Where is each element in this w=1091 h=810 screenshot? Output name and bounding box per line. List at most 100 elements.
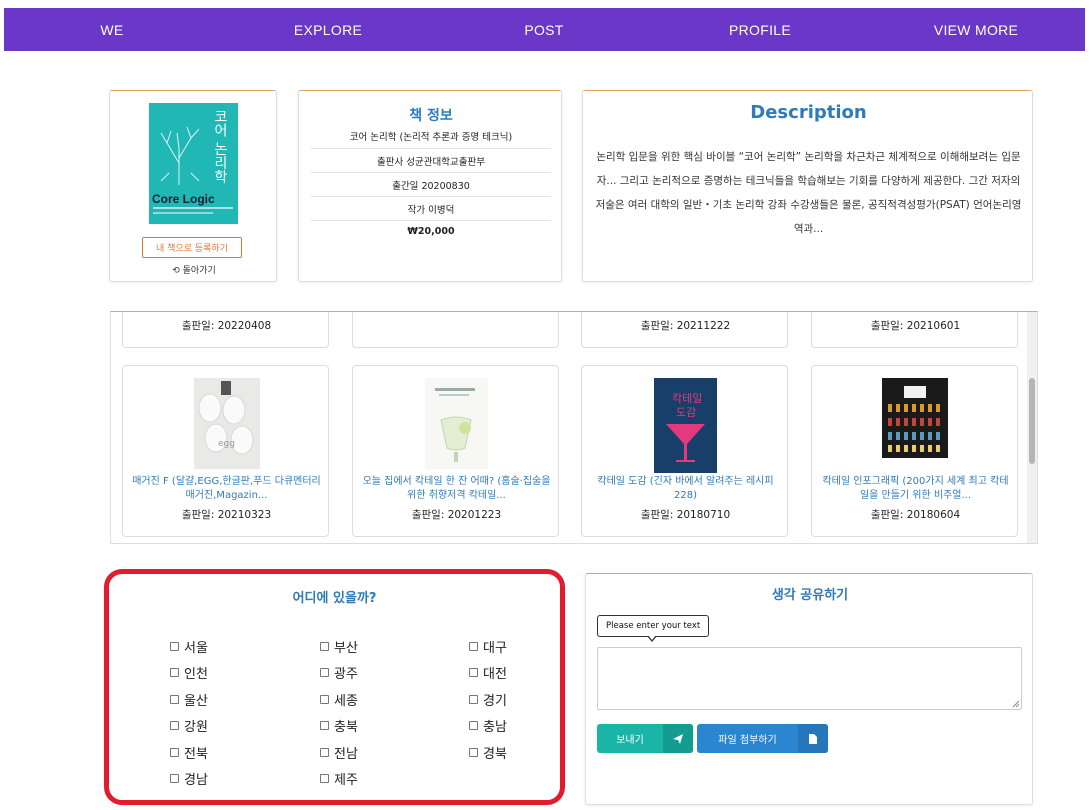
location-title: 어디에 있을까? (292, 591, 377, 606)
book-title[interactable]: 오늘 집에서 칵테일 한 잔 어때? (홈술·집술을 위한 취향저격 칵테일..… (359, 475, 554, 503)
book-price: ₩20,000 (407, 226, 455, 237)
region-checkbox[interactable] (320, 642, 329, 651)
divider (311, 172, 551, 173)
region-label: 세종 (334, 694, 358, 709)
list-scrollbar[interactable] (1027, 312, 1037, 543)
scrollbar-thumb[interactable] (1029, 378, 1035, 464)
region-checkbox-item[interactable]: 대구 (469, 637, 507, 656)
send-label: 보내기 (616, 735, 644, 746)
share-textarea[interactable] (597, 647, 1022, 710)
region-checkbox-item[interactable]: 전남 (320, 743, 358, 762)
description-card: Description 논리학 입문을 위한 핵심 바이블 “코어 논리학” 논… (582, 90, 1033, 282)
region-label: 제주 (334, 773, 358, 788)
region-checkbox[interactable] (170, 668, 179, 677)
attach-file-button[interactable]: 파일 첨부하기 (697, 724, 828, 753)
nav-item-we[interactable]: WE (4, 22, 220, 38)
region-checkbox[interactable] (469, 668, 478, 677)
book-thumbnail (425, 378, 488, 469)
region-checkbox-item[interactable]: 경북 (469, 743, 507, 762)
region-checkbox-item[interactable]: 대전 (469, 663, 507, 682)
region-label: 충남 (483, 720, 507, 735)
cover-subtitle-line (153, 207, 233, 209)
region-label: 대구 (483, 641, 507, 656)
region-checkbox-item[interactable]: 제주 (320, 769, 358, 788)
region-label: 울산 (184, 694, 208, 709)
region-checkbox-item[interactable]: 강원 (170, 716, 208, 735)
region-checkbox[interactable] (469, 695, 478, 704)
book-card[interactable]: 출판일: 20220408 (122, 312, 329, 348)
related-books-panel[interactable]: 출판일: 20220408 출판일: 20211222 출판일: 2021060… (110, 311, 1038, 544)
description-text: 논리학 입문을 위한 핵심 바이블 “코어 논리학” 논리학을 차근차근 체계적… (595, 151, 1022, 235)
nav-item-view-more[interactable]: VIEW MORE (868, 22, 1084, 38)
region-checkbox[interactable] (320, 774, 329, 783)
register-my-book-button[interactable]: 내 책으로 등록하기 (142, 237, 242, 258)
region-checkbox[interactable] (320, 748, 329, 757)
book-title[interactable]: 매거진 F (달걀,EGG,한글판,푸드 다큐멘터리 매거진,Magazin..… (129, 475, 324, 503)
book-publish-date: 출판일: 20211222 (640, 320, 731, 332)
book-card[interactable]: 출판일: 20210601 (811, 312, 1018, 348)
region-label: 대전 (483, 667, 507, 682)
region-checkbox-item[interactable]: 경남 (170, 769, 208, 788)
back-link[interactable]: ⟲ 돌아가기 (110, 263, 278, 276)
back-label: 돌아가기 (182, 266, 216, 276)
resize-handle-icon[interactable] (1011, 699, 1020, 708)
book-title[interactable]: 칵테일 도감 (긴자 바에서 알려주는 레시피 228) (588, 475, 783, 503)
region-label: 경북 (483, 747, 507, 762)
region-checkbox-item[interactable]: 서울 (170, 637, 208, 656)
tooltip-arrow (648, 635, 656, 640)
send-button[interactable]: 보내기 (597, 724, 693, 753)
region-checkbox-item[interactable]: 전북 (170, 743, 208, 762)
region-checkbox[interactable] (469, 748, 478, 757)
region-checkbox-item[interactable]: 광주 (320, 663, 358, 682)
nav-item-post[interactable]: POST (436, 22, 652, 38)
undo-icon: ⟲ (172, 266, 180, 276)
book-cover-card: 코어 논리학 Core Logic 내 책으로 등록하기 ⟲ 돌아가기 (109, 90, 277, 282)
attach-label: 파일 첨부하기 (718, 735, 777, 746)
divider (311, 196, 551, 197)
region-checkbox-item[interactable]: 울산 (170, 690, 208, 709)
cover-english-title: Core Logic (152, 192, 215, 206)
region-checkbox-item[interactable]: 경기 (469, 690, 507, 709)
book-card[interactable]: egg 매거진 F (달걀,EGG,한글판,푸드 다큐멘터리 매거진,Magaz… (122, 365, 329, 537)
region-checkbox[interactable] (170, 642, 179, 651)
region-label: 전북 (184, 747, 208, 762)
book-thumbnail: egg (194, 378, 260, 469)
region-label: 경남 (184, 773, 208, 788)
book-title[interactable]: 칵테일 인포그래픽 (200가지 세계 최고 칵테일을 만들기 위한 비주얼..… (818, 475, 1013, 503)
region-label: 경기 (483, 694, 507, 709)
book-thumbnail: 칵테일 도감 (654, 378, 717, 473)
book-publish-date: 출판일: 20210323 (181, 509, 272, 521)
nav-item-profile[interactable]: PROFILE (652, 22, 868, 38)
share-title: 생각 공유하기 (771, 588, 849, 603)
book-card[interactable] (352, 312, 559, 348)
region-checkbox[interactable] (469, 721, 478, 730)
region-checkbox[interactable] (320, 668, 329, 677)
region-checkbox[interactable] (170, 695, 179, 704)
cover-korean-title: 코어 논리학 (212, 109, 228, 184)
book-thumbnail (882, 378, 948, 458)
divider (311, 148, 551, 149)
book-cover-image: 코어 논리학 Core Logic (149, 103, 238, 224)
region-checkbox-item[interactable]: 충남 (469, 716, 507, 735)
region-checkbox[interactable] (170, 721, 179, 730)
region-checkbox[interactable] (320, 721, 329, 730)
region-checkbox[interactable] (469, 642, 478, 651)
book-card[interactable]: 칵테일 도감 칵테일 도감 (긴자 바에서 알려주는 레시피 228) 출판일:… (581, 365, 788, 537)
region-checkbox-item[interactable]: 충북 (320, 716, 358, 735)
book-card[interactable]: 출판일: 20211222 (581, 312, 788, 348)
location-card: 어디에 있을까? 서울 부산 대구인천 광주 대전울산 세종 경기강원 충북 충남전북 전남 경북경… (104, 569, 565, 805)
region-checkbox[interactable] (170, 774, 179, 783)
region-checkbox-item[interactable]: 인천 (170, 663, 208, 682)
book-publish-date: 출판일: 20220408 (181, 320, 272, 332)
region-checkbox-item[interactable]: 세종 (320, 690, 358, 709)
region-checkbox[interactable] (170, 748, 179, 757)
nav-item-explore[interactable]: EXPLORE (220, 22, 436, 38)
book-publisher: 출판사 성균관대학교출판부 (377, 157, 485, 168)
region-checkbox-item[interactable]: 부산 (320, 637, 358, 656)
book-card[interactable]: 칵테일 인포그래픽 (200가지 세계 최고 칵테일을 만들기 위한 비주얼..… (811, 365, 1018, 537)
input-tooltip: Please enter your text (597, 615, 710, 637)
svg-text:도감: 도감 (676, 406, 696, 419)
region-checkbox[interactable] (320, 695, 329, 704)
book-publish-date: 출간일 20200830 (392, 181, 470, 192)
book-card[interactable]: 오늘 집에서 칵테일 한 잔 어때? (홈술·집술을 위한 취향저격 칵테일..… (352, 365, 559, 537)
